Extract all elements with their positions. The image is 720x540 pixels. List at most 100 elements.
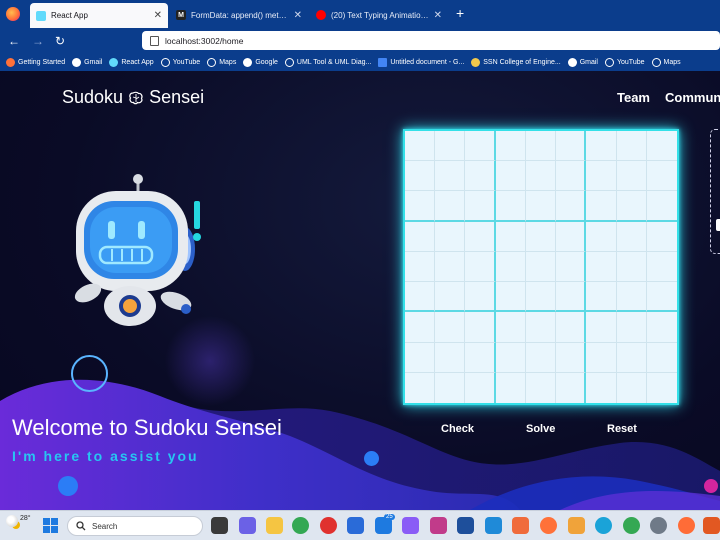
sudoku-cell[interactable]	[556, 372, 587, 403]
bookmark-item[interactable]: Gmail	[567, 57, 598, 67]
sudoku-cell[interactable]	[495, 312, 526, 343]
sudoku-cell[interactable]	[556, 191, 587, 222]
sudoku-cell[interactable]	[405, 342, 436, 373]
sudoku-cell[interactable]	[465, 251, 496, 283]
sudoku-cell[interactable]	[556, 342, 587, 373]
sudoku-cell[interactable]	[616, 312, 647, 343]
side-panel-handle[interactable]	[716, 219, 720, 231]
back-button[interactable]: ←	[6, 33, 22, 49]
sudoku-cell[interactable]	[405, 161, 436, 192]
sudoku-cell[interactable]	[405, 131, 436, 162]
sudoku-cell[interactable]	[646, 191, 677, 222]
bookmark-item[interactable]: UML Tool & UML Diag...	[284, 57, 371, 67]
sudoku-cell[interactable]	[495, 342, 526, 373]
sudoku-cell[interactable]	[616, 161, 647, 192]
url-bar[interactable]: localhost:3002/home	[142, 31, 720, 50]
sudoku-cell[interactable]	[435, 131, 466, 162]
sudoku-cell[interactable]	[435, 251, 466, 283]
sudoku-cell[interactable]	[465, 282, 496, 313]
nav-community[interactable]: Commun	[665, 90, 720, 105]
sudoku-cell[interactable]	[525, 221, 557, 252]
settings-gear-icon[interactable]	[650, 517, 667, 534]
sudoku-cell[interactable]	[586, 191, 617, 222]
sudoku-cell[interactable]	[495, 251, 526, 283]
sudoku-cell[interactable]	[435, 161, 466, 192]
forward-button[interactable]: →	[30, 33, 46, 49]
sudoku-cell[interactable]	[405, 251, 436, 283]
sudoku-cell[interactable]	[465, 131, 496, 162]
sudoku-cell[interactable]	[405, 191, 436, 222]
sudoku-cell[interactable]	[646, 222, 677, 252]
sudoku-cell[interactable]	[616, 282, 647, 313]
vscode-icon[interactable]	[485, 517, 502, 534]
store-icon[interactable]	[347, 517, 364, 534]
chrome-icon[interactable]	[623, 517, 640, 534]
bookmark-item[interactable]: React App	[109, 57, 154, 67]
windows-start-icon[interactable]	[43, 518, 58, 533]
postman-icon[interactable]	[678, 517, 695, 534]
taskbar-search[interactable]: Search	[67, 516, 203, 536]
sudoku-cell[interactable]	[405, 282, 436, 313]
sudoku-cell[interactable]	[405, 372, 436, 403]
sudoku-cell[interactable]	[646, 343, 677, 373]
app-icon[interactable]	[430, 517, 447, 534]
sudoku-cell[interactable]	[556, 312, 587, 343]
sudoku-cell[interactable]	[616, 191, 647, 222]
sudoku-cell[interactable]	[495, 191, 526, 222]
close-icon[interactable]: ✕	[434, 10, 442, 21]
check-button[interactable]: Check	[441, 423, 474, 435]
bookmark-item[interactable]: YouTube	[604, 57, 645, 67]
sudoku-cell[interactable]	[586, 312, 617, 343]
sudoku-cell[interactable]	[525, 312, 557, 343]
sudoku-cell[interactable]	[586, 342, 617, 373]
weather-widget[interactable]: 28°	[6, 515, 31, 527]
sudoku-cell[interactable]	[465, 191, 496, 222]
firefox-icon[interactable]	[540, 517, 557, 534]
sudoku-cell[interactable]	[495, 282, 526, 313]
edge-icon[interactable]	[595, 517, 612, 534]
virtualbox-icon[interactable]	[457, 517, 474, 534]
chrome-icon[interactable]	[292, 517, 309, 534]
sudoku-cell[interactable]	[495, 161, 526, 192]
brand-logo[interactable]: Sudoku Sensei	[62, 87, 204, 108]
sudoku-cell[interactable]	[525, 161, 557, 192]
sudoku-cell[interactable]	[405, 221, 436, 252]
sudoku-cell[interactable]	[435, 221, 466, 252]
sudoku-cell[interactable]	[646, 161, 677, 192]
sudoku-cell[interactable]	[616, 251, 647, 283]
sudoku-cell[interactable]	[525, 282, 557, 313]
sudoku-cell[interactable]	[646, 312, 677, 343]
sudoku-cell[interactable]	[525, 251, 557, 283]
sudoku-cell[interactable]	[617, 372, 647, 403]
file-explorer-icon[interactable]	[266, 517, 283, 534]
sudoku-cell[interactable]	[616, 221, 647, 252]
sudoku-cell[interactable]	[525, 342, 557, 373]
sudoku-cell[interactable]	[556, 221, 587, 252]
task-view-icon[interactable]	[211, 517, 228, 534]
url-text[interactable]: localhost:3002/home	[165, 36, 243, 46]
sudoku-cell[interactable]	[495, 221, 526, 252]
reload-button[interactable]: ↻	[52, 33, 68, 49]
new-tab-button[interactable]: +	[456, 5, 464, 21]
sudoku-cell[interactable]	[435, 312, 466, 343]
sudoku-cell[interactable]	[616, 342, 647, 373]
sudoku-cell[interactable]	[616, 131, 647, 162]
bookmark-item[interactable]: Maps	[207, 57, 236, 67]
sudoku-cell[interactable]	[646, 131, 677, 162]
sudoku-cell[interactable]	[435, 282, 466, 313]
sudoku-cell[interactable]	[465, 372, 496, 403]
close-icon[interactable]: ✕	[154, 10, 162, 21]
bookmark-item[interactable]: Maps	[651, 57, 681, 67]
bookmark-item[interactable]: Getting Started	[6, 57, 65, 67]
sudoku-cell[interactable]	[586, 372, 617, 403]
app-icon[interactable]	[512, 517, 529, 534]
bookmark-item[interactable]: Untitled document - G...	[378, 57, 464, 67]
sudoku-cell[interactable]	[465, 312, 496, 343]
sudoku-cell[interactable]	[465, 221, 496, 252]
sudoku-cell[interactable]	[495, 131, 526, 162]
sudoku-cell[interactable]	[556, 251, 587, 283]
sudoku-cell[interactable]	[586, 282, 617, 313]
sudoku-cell[interactable]	[435, 191, 466, 222]
sudoku-cell[interactable]	[525, 191, 557, 222]
sudoku-cell[interactable]	[556, 161, 587, 192]
